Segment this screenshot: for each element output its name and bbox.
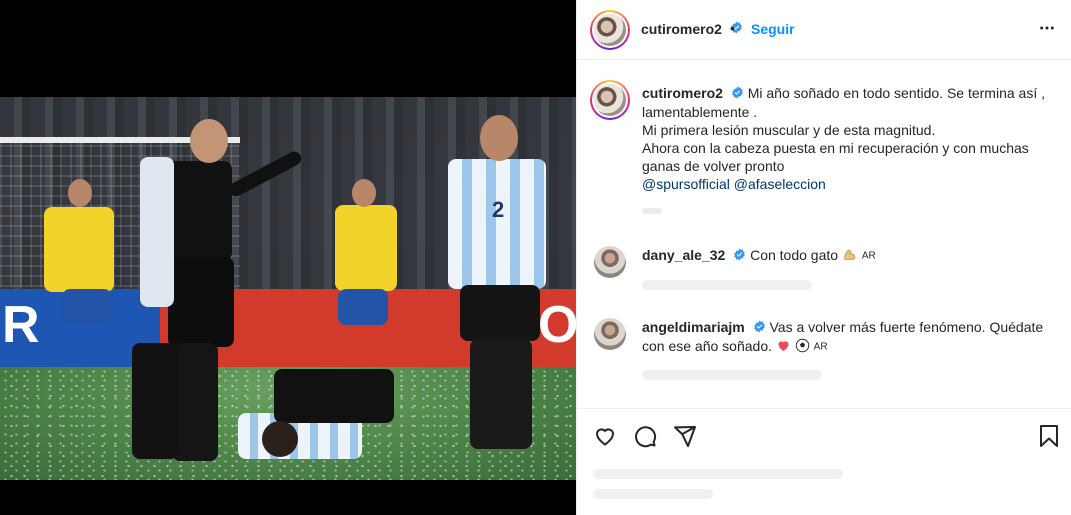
player-brazil-left-shorts: [62, 289, 112, 323]
author-username[interactable]: cutiromero2: [641, 21, 722, 37]
action-bar: [577, 408, 1071, 515]
caption-line: Mi primera lesión muscular y de esta mag…: [642, 122, 936, 139]
caption-avatar[interactable]: [590, 80, 630, 120]
post-caption: cutiromero2 Mi año soñado en todo sentid…: [642, 84, 1052, 193]
player-brazil-mid: [335, 205, 397, 291]
bookmark-icon[interactable]: [1038, 424, 1060, 453]
player-argentina-head: [480, 115, 518, 161]
send-icon[interactable]: [673, 424, 697, 453]
caption-line: ganas de volver pronto: [642, 158, 785, 175]
follow-button[interactable]: Seguir: [751, 21, 795, 37]
post-header: cutiromero2 • Seguir: [577, 0, 1071, 60]
post-photo[interactable]: R O 2: [0, 97, 576, 480]
mention-link[interactable]: @afaseleccion: [734, 176, 826, 192]
player-argentina-standing: [448, 159, 546, 289]
mention-link[interactable]: @spursofficial: [642, 176, 730, 192]
comment-item: dany_ale_32 Con todo gato AR: [642, 246, 1052, 266]
player-argentina-legs: [470, 339, 532, 449]
caption-line: Mi año soñado en todo sentido. Se termin…: [747, 85, 1045, 101]
commenter-avatar[interactable]: [594, 318, 626, 350]
player-brazil-left: [44, 207, 114, 292]
caption-timestamp-placeholder: [642, 208, 662, 214]
author-name-row: cutiromero2: [641, 21, 743, 39]
more-options-icon[interactable]: [1039, 20, 1055, 41]
verified-badge-icon: [733, 247, 746, 265]
player-argentina-behind: [140, 157, 174, 307]
comment-text: Vas a volver más fuerte fenómeno. Quédat…: [769, 319, 1044, 335]
soccer-ball-icon: [795, 338, 810, 357]
referee-legs: [172, 343, 218, 461]
comment-text: Con todo gato: [750, 247, 839, 263]
comment-username[interactable]: dany_ale_32: [642, 247, 725, 263]
player-brazil-mid-shorts: [338, 289, 388, 325]
separator-dot: •: [730, 20, 735, 36]
caption-line: Ahora con la cabeza puesta en mi recuper…: [642, 140, 1029, 157]
comment-meta-placeholder: [642, 280, 812, 290]
likes-placeholder: [593, 469, 843, 479]
flag-code: AR: [813, 341, 828, 353]
comment-username[interactable]: angeldimariajm: [642, 319, 745, 335]
caption-line: lamentablemente .: [642, 104, 758, 121]
verified-badge-icon: [731, 85, 744, 103]
player-argentina-shorts: [460, 285, 540, 341]
referee-head: [190, 119, 228, 163]
heart-icon[interactable]: [593, 424, 617, 453]
comment-item: angeldimariajm Vas a volver más fuerte f…: [642, 318, 1052, 357]
flag-code: AR: [861, 250, 876, 262]
post-sidebar: cutiromero2 • Seguir cutiromero2 Mi año …: [576, 0, 1071, 515]
verified-badge-icon: [753, 319, 766, 337]
referee-shorts: [168, 257, 234, 347]
ad-board-letter-right: O: [538, 296, 576, 354]
heart-icon: [776, 338, 791, 357]
injured-player-legs: [274, 369, 394, 423]
jersey-number: 2: [492, 197, 505, 222]
player-brazil-mid-head: [352, 179, 376, 207]
ad-board-letter-left: R: [2, 296, 40, 354]
flexed-biceps-icon: [842, 246, 858, 266]
injured-player-head: [262, 421, 298, 457]
post-media: R O 2: [0, 0, 576, 515]
comment-icon[interactable]: [633, 424, 657, 453]
caption-username[interactable]: cutiromero2: [642, 85, 723, 101]
comment-text: con ese año soñado.: [642, 338, 772, 355]
commenter-avatar[interactable]: [594, 246, 626, 278]
comment-meta-placeholder: [642, 370, 822, 380]
player-brazil-left-head: [68, 179, 92, 207]
player-argentina-behind-legs: [132, 343, 178, 459]
date-placeholder: [593, 489, 713, 499]
author-avatar[interactable]: [590, 10, 630, 50]
